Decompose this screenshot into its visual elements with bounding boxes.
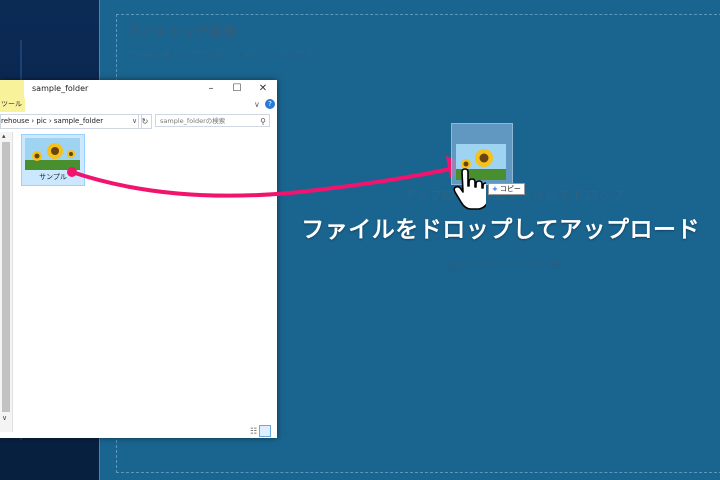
copy-badge: + コピー (488, 183, 525, 195)
copy-label: コピー (499, 185, 521, 193)
instruction-caption: ファイルをドロップしてアップロード (301, 217, 700, 243)
plus-icon: + (492, 185, 498, 193)
hand-cursor-icon (453, 168, 486, 210)
